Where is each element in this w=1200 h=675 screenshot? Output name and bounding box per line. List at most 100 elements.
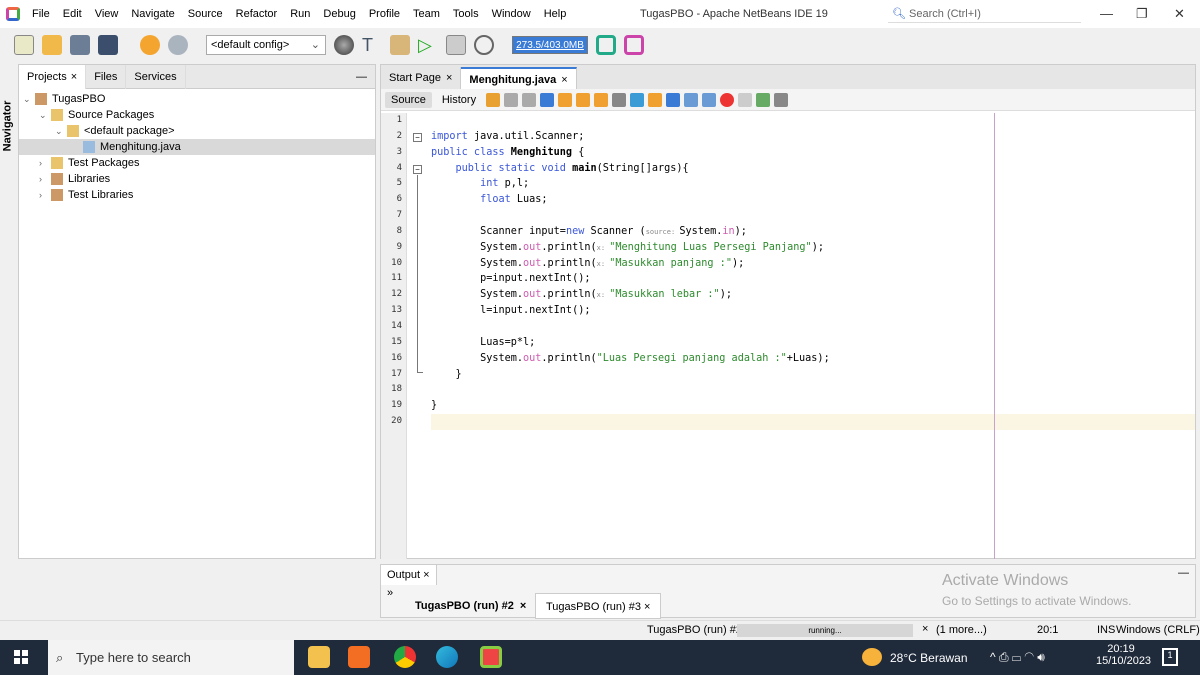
fold-icon[interactable]: −: [413, 133, 422, 142]
config-select[interactable]: <default config> ⌄: [206, 35, 326, 55]
editor-tool-icon[interactable]: [486, 92, 501, 107]
minimize-button[interactable]: —: [1100, 6, 1113, 21]
search-input[interactable]: 🔍︎ Search (Ctrl+I): [888, 5, 1081, 23]
tab-projects[interactable]: Projects ×: [19, 64, 87, 89]
start-windows-icon[interactable]: [14, 650, 28, 664]
run-tab-3[interactable]: TugasPBO (run) #3 ×: [535, 593, 662, 619]
netbeans-taskbar-icon[interactable]: [480, 646, 502, 668]
output-tab[interactable]: Output ×: [381, 565, 437, 585]
xampp-icon[interactable]: [348, 646, 370, 668]
chrome-icon[interactable]: [394, 646, 416, 668]
editor-tool-icon[interactable]: [522, 92, 537, 107]
system-tray-icons[interactable]: ^ ⎙ ▭ ◠ 🔊︎: [990, 650, 1045, 665]
close-icon[interactable]: ×: [71, 71, 77, 83]
menu-view[interactable]: View: [95, 8, 119, 20]
editor-tab[interactable]: Menghitung.java ×: [461, 67, 577, 89]
editor-tool-icon[interactable]: [756, 92, 771, 107]
expand-arrow-icon[interactable]: ›: [39, 171, 51, 187]
editor-tool-icon[interactable]: [594, 92, 609, 107]
tab-services[interactable]: Services: [126, 64, 186, 89]
expand-arrow-icon[interactable]: ›: [39, 187, 51, 203]
fold-icon[interactable]: −: [413, 165, 422, 174]
main-toolbar: <default config> ⌄ T ▷ 273.5/403.0MB: [0, 30, 1200, 60]
editor-tool-icon[interactable]: [558, 92, 573, 107]
editor-tool-icon[interactable]: [504, 92, 519, 107]
save-all-icon[interactable]: [98, 35, 118, 55]
expand-arrow-icon[interactable]: ⌄: [23, 91, 35, 107]
run-icon[interactable]: ▷: [418, 35, 438, 55]
status-bar: TugasPBO (run) #2 running... × (1 more..…: [0, 620, 1200, 639]
more-tasks-link[interactable]: (1 more...): [936, 624, 987, 636]
edge-icon[interactable]: [436, 646, 458, 668]
debug-icon[interactable]: [446, 35, 466, 55]
build-hammer-icon[interactable]: T: [362, 35, 382, 55]
redo-icon[interactable]: [168, 35, 188, 55]
profile-icon[interactable]: [474, 35, 494, 55]
menu-source[interactable]: Source: [188, 8, 223, 20]
editor-tool-icon[interactable]: [702, 92, 717, 107]
tree-node[interactable]: › Test Packages: [19, 155, 375, 171]
memory-indicator[interactable]: 273.5/403.0MB: [512, 36, 588, 54]
menu-refactor[interactable]: Refactor: [236, 8, 278, 20]
expand-arrow-icon[interactable]: ⌄: [55, 123, 67, 139]
menu-window[interactable]: Window: [492, 8, 531, 20]
clock[interactable]: 20:19 15/10/2023: [1096, 643, 1151, 667]
weather-text[interactable]: 28°C Berawan: [890, 651, 968, 665]
maximize-button[interactable]: ❐: [1136, 6, 1148, 22]
editor-tool-icon[interactable]: [738, 92, 753, 107]
editor-tool-icon[interactable]: [774, 92, 789, 107]
code-area[interactable]: import java.util.Scanner; public class Me…: [431, 113, 1195, 430]
more-tabs-icon[interactable]: »: [387, 587, 393, 599]
open-project-icon[interactable]: [70, 35, 90, 55]
menu-run[interactable]: Run: [290, 8, 310, 20]
menu-help[interactable]: Help: [544, 8, 567, 20]
editor-tool-icon[interactable]: [684, 92, 699, 107]
mode-source[interactable]: Source: [385, 91, 432, 108]
editor-tab[interactable]: Start Page ×: [381, 67, 462, 89]
menu-edit[interactable]: Edit: [63, 8, 82, 20]
navigator-tab[interactable]: Navigator: [1, 101, 13, 152]
new-file-icon[interactable]: [14, 35, 34, 55]
undo-icon[interactable]: [140, 35, 160, 55]
close-icon[interactable]: ×: [561, 74, 567, 86]
tree-node[interactable]: › Test Libraries: [19, 187, 375, 203]
close-icon[interactable]: ×: [446, 72, 452, 84]
run-tab-2[interactable]: TugasPBO (run) #2 ×: [405, 593, 536, 619]
tree-node[interactable]: ⌄ <default package>: [19, 123, 375, 139]
tree-node[interactable]: Menghitung.java: [19, 139, 375, 155]
progress-bar: running...: [737, 624, 913, 637]
tree-node[interactable]: ⌄ TugasPBO: [19, 91, 375, 107]
tab-files[interactable]: Files: [86, 64, 127, 89]
menu-team[interactable]: Team: [413, 8, 440, 20]
notifications-icon[interactable]: 1: [1162, 648, 1178, 666]
editor-tool-icon[interactable]: [576, 92, 591, 107]
profiler-icon[interactable]: [624, 35, 644, 55]
menu-file[interactable]: File: [32, 8, 50, 20]
editor-tool-icon[interactable]: [648, 92, 663, 107]
editor-tool-icon[interactable]: [720, 92, 735, 107]
taskbar-search[interactable]: ⌕ Type here to search: [48, 640, 294, 675]
minimize-panel-button[interactable]: —: [356, 71, 367, 83]
tree-node[interactable]: › Libraries: [19, 171, 375, 187]
new-project-icon[interactable]: [42, 35, 62, 55]
gc-icon[interactable]: [596, 35, 616, 55]
editor-tool-icon[interactable]: [666, 92, 681, 107]
mode-history[interactable]: History: [436, 92, 482, 108]
editor-tool-icon[interactable]: [540, 92, 555, 107]
editor-tool-icon[interactable]: [612, 92, 627, 107]
editor-tool-icon[interactable]: [630, 92, 645, 107]
line-ending[interactable]: Windows (CRLF): [1116, 624, 1200, 636]
file-explorer-icon[interactable]: [308, 646, 330, 668]
clean-build-icon[interactable]: [390, 35, 410, 55]
close-button[interactable]: ✕: [1174, 6, 1185, 22]
menu-profile[interactable]: Profile: [369, 8, 400, 20]
minimize-panel-button[interactable]: —: [1178, 567, 1189, 579]
expand-arrow-icon[interactable]: ⌄: [39, 107, 51, 123]
menu-debug[interactable]: Debug: [323, 8, 355, 20]
menu-navigate[interactable]: Navigate: [131, 8, 174, 20]
browser-icon[interactable]: [334, 35, 354, 55]
cancel-task-icon[interactable]: ×: [922, 623, 928, 635]
tree-node[interactable]: ⌄ Source Packages: [19, 107, 375, 123]
expand-arrow-icon[interactable]: ›: [39, 155, 51, 171]
menu-tools[interactable]: Tools: [453, 8, 479, 20]
